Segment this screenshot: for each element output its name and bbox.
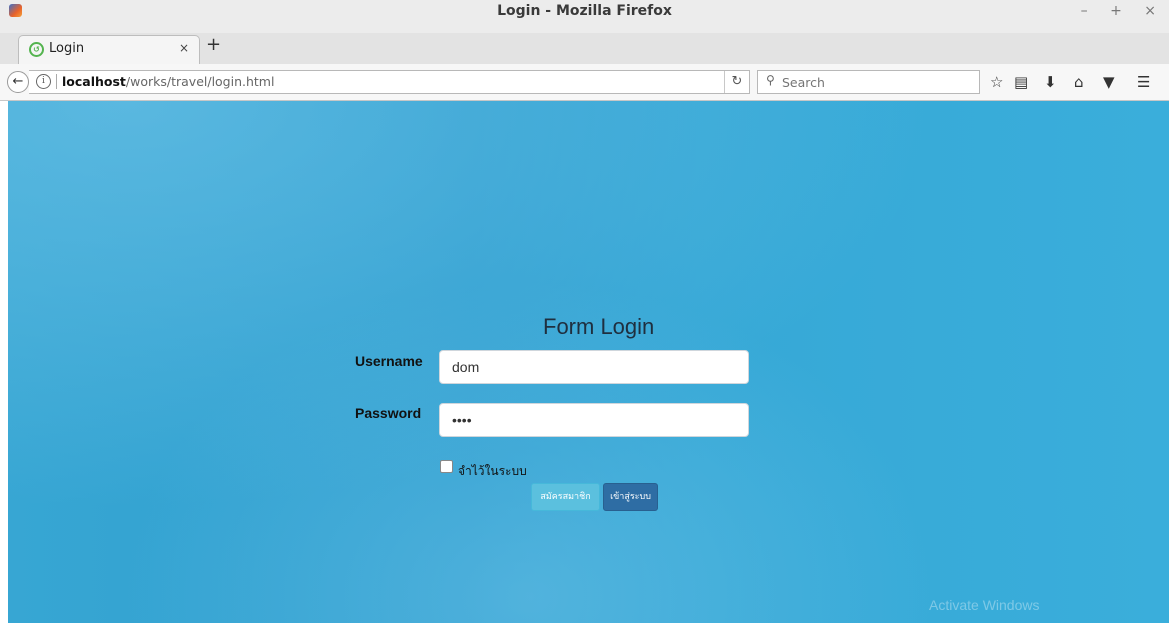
- new-tab-button[interactable]: +: [206, 36, 221, 54]
- back-arrow-icon: ←: [12, 74, 24, 89]
- reload-icon: ↻: [731, 74, 743, 89]
- url-path: /works/travel/login.html: [125, 74, 275, 89]
- bookmark-star-icon[interactable]: ☆: [990, 73, 1003, 91]
- menu-icon[interactable]: ☰: [1137, 73, 1150, 91]
- form-title: Form Login: [543, 314, 655, 339]
- window-titlebar: Login - Mozilla Firefox – + ×: [0, 0, 1169, 33]
- username-label: Username: [355, 353, 423, 369]
- page-viewport: Form Login Username Password จำไว้ในระบบ…: [8, 101, 1169, 623]
- window-controls[interactable]: – + ×: [1081, 3, 1165, 19]
- remember-me-label: จำไว้ในระบบ: [458, 464, 527, 478]
- download-icon[interactable]: ⬇: [1044, 73, 1057, 91]
- address-bar[interactable]: i localhost/works/travel/login.html ↻: [29, 70, 750, 94]
- password-field[interactable]: [439, 403, 749, 437]
- tab-label: Login: [49, 41, 85, 56]
- window-title: Login - Mozilla Firefox: [497, 3, 672, 19]
- page-favicon-icon: ↺: [29, 42, 44, 57]
- url-host: localhost: [62, 74, 126, 89]
- login-button[interactable]: เข้าสู่ระบบ: [603, 483, 658, 511]
- pocket-icon[interactable]: ▼: [1103, 73, 1115, 91]
- reload-button[interactable]: ↻: [724, 71, 749, 93]
- home-icon[interactable]: ⌂: [1074, 73, 1084, 91]
- address-separator: [56, 74, 57, 89]
- navigation-bar: ← i localhost/works/travel/login.html ↻ …: [0, 64, 1169, 101]
- tab-login[interactable]: ↺ Login ×: [18, 35, 200, 64]
- username-field[interactable]: [439, 350, 749, 384]
- site-info-icon[interactable]: i: [36, 74, 51, 89]
- password-label: Password: [355, 405, 422, 421]
- tab-close-icon[interactable]: ×: [179, 41, 189, 55]
- register-button[interactable]: สมัครสมาชิก: [531, 483, 600, 511]
- reading-list-icon[interactable]: ▤: [1014, 73, 1028, 91]
- search-bar[interactable]: ⚲: [757, 70, 980, 94]
- activate-windows-watermark: Activate Windows: [929, 597, 1040, 613]
- address-url[interactable]: localhost/works/travel/login.html: [62, 74, 274, 89]
- back-button[interactable]: ←: [7, 71, 29, 93]
- search-icon: ⚲: [766, 73, 775, 87]
- search-input[interactable]: [782, 73, 962, 91]
- tab-strip: ↺ Login ×: [0, 33, 1169, 65]
- remember-me-checkbox[interactable]: [440, 460, 453, 473]
